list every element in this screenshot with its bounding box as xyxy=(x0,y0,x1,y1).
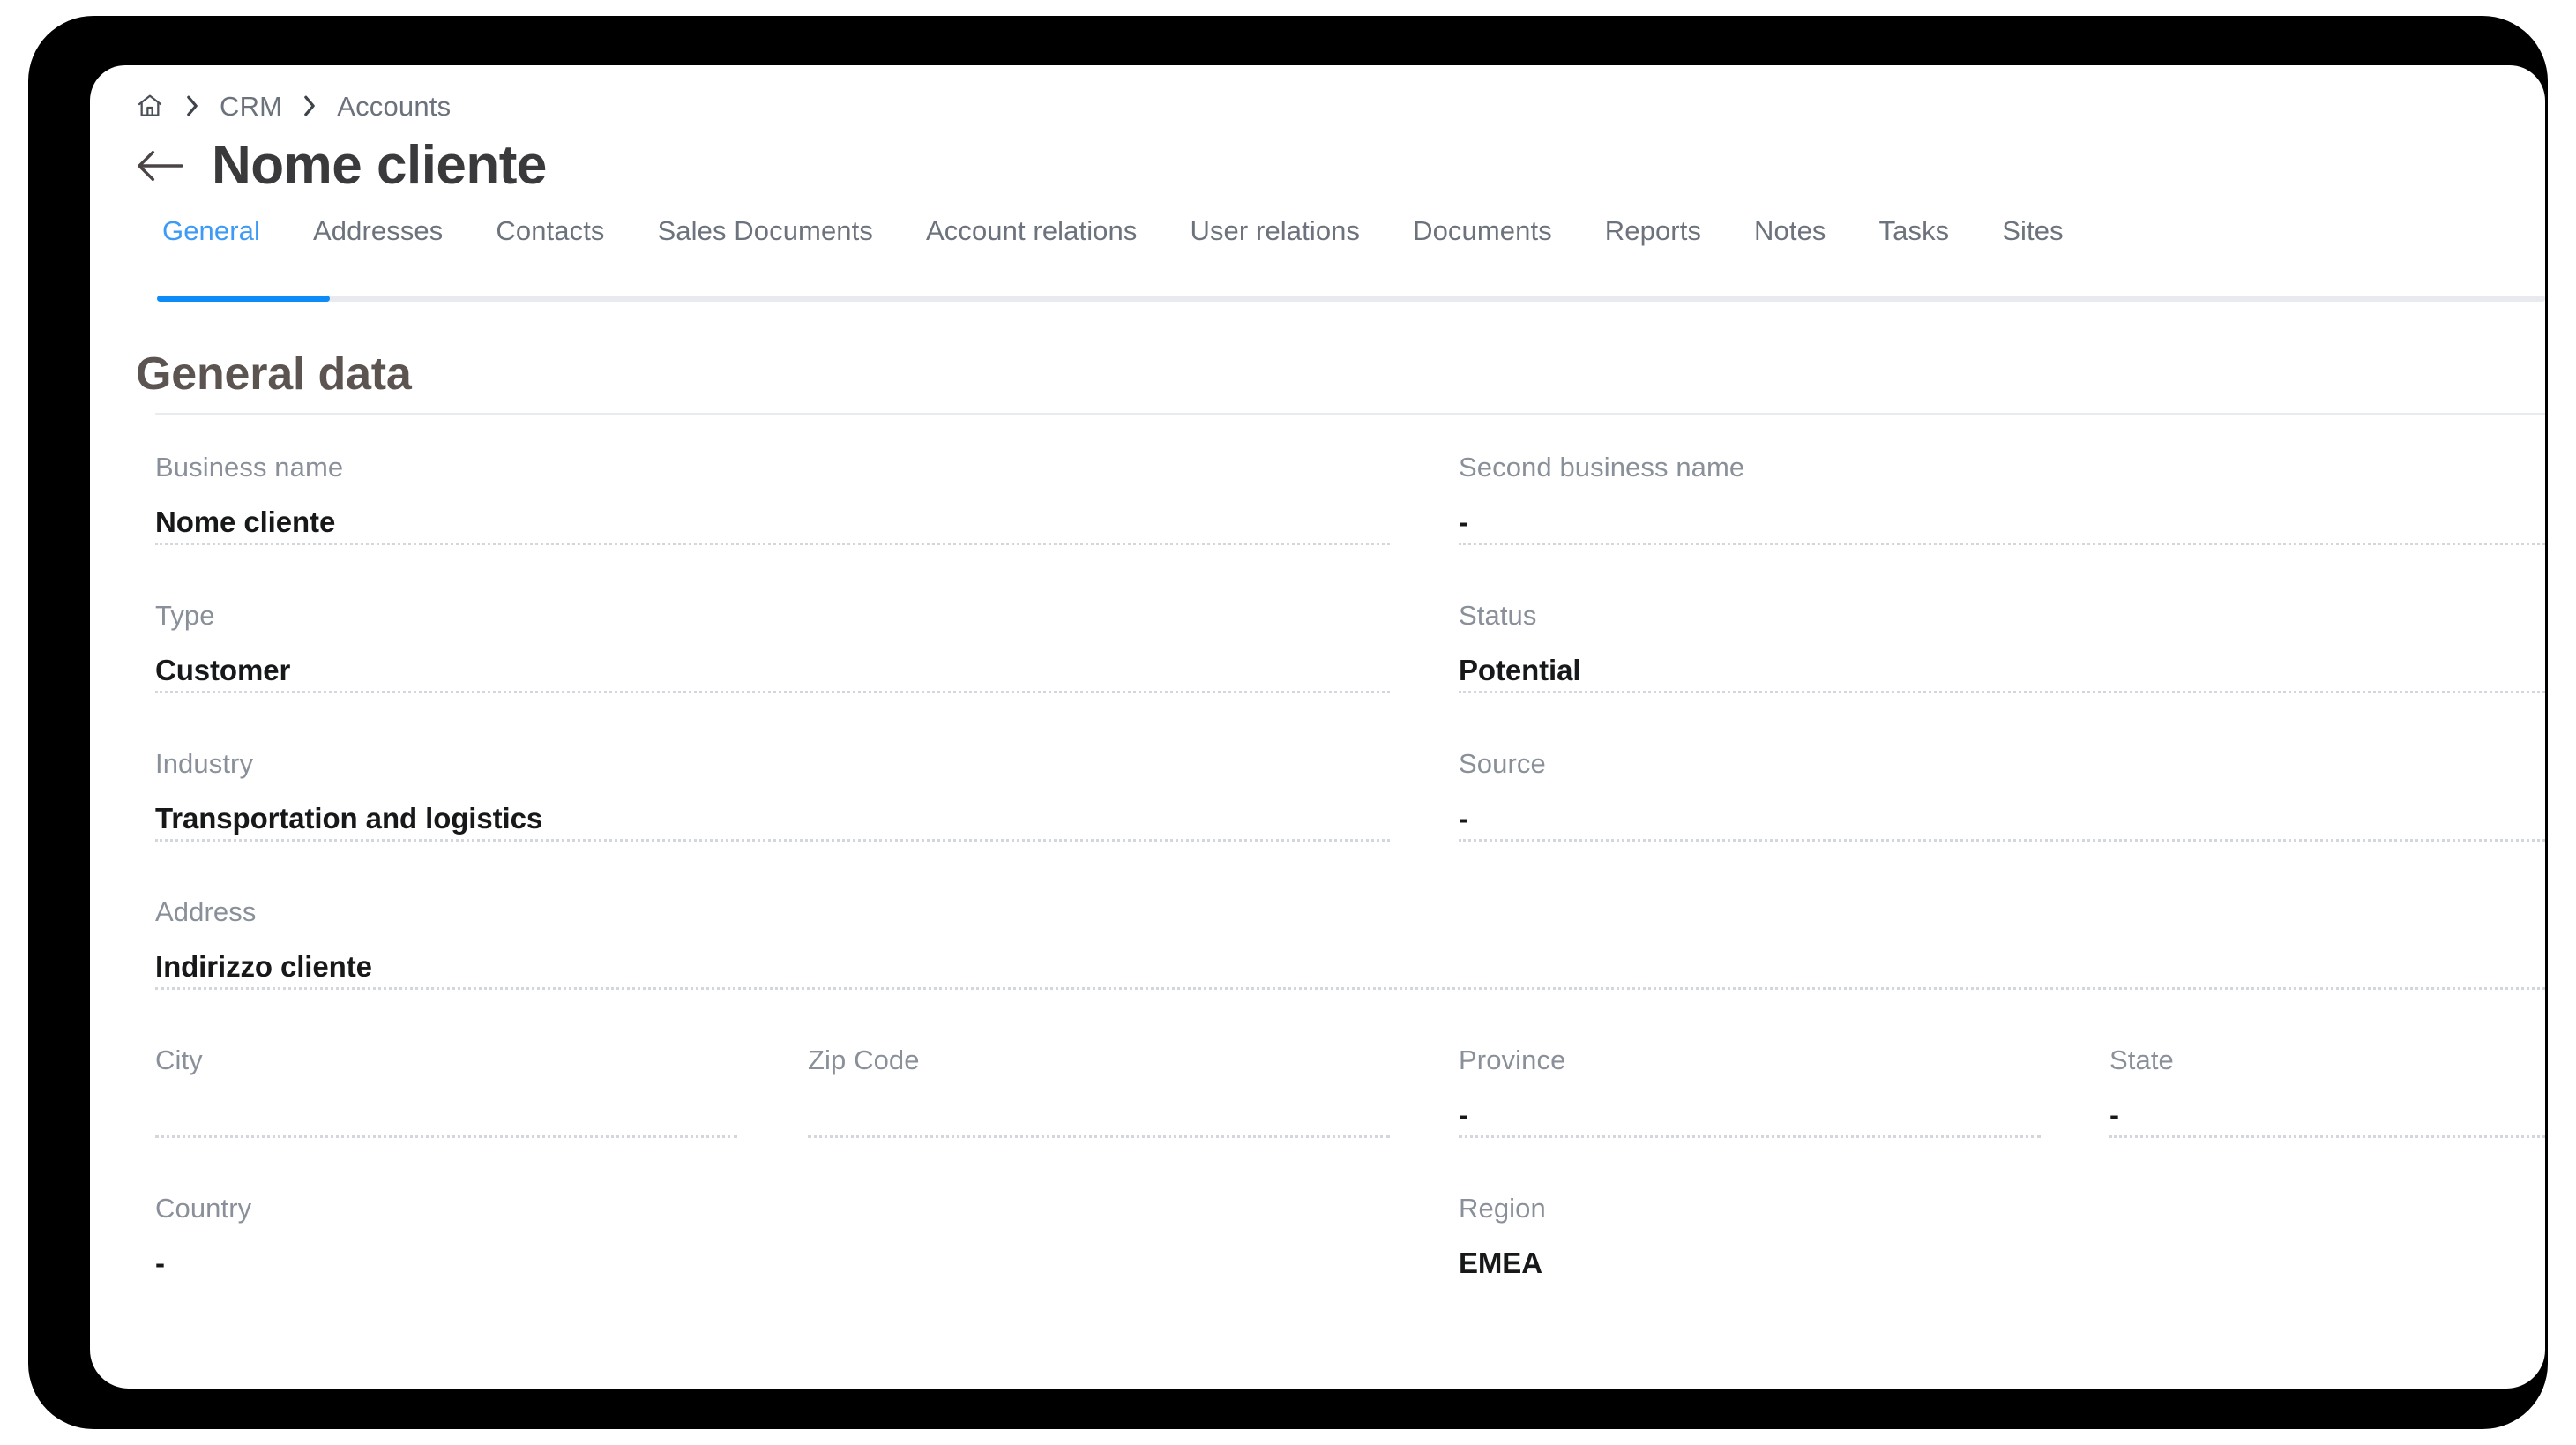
field-value xyxy=(808,1100,1459,1130)
field-industry[interactable]: Industry Transportation and logistics xyxy=(155,711,1459,859)
device-frame: CRM Accounts Nome cliente General Addres… xyxy=(28,16,2548,1429)
field-label: City xyxy=(155,1044,203,1075)
app-panel: CRM Accounts Nome cliente General Addres… xyxy=(90,65,2545,1389)
field-value: - xyxy=(155,1247,165,1279)
field-region[interactable]: Region EMEA xyxy=(1459,1156,2545,1277)
field-value: Customer xyxy=(155,654,291,686)
tab-reports[interactable]: Reports xyxy=(1579,217,1728,244)
tab-notes[interactable]: Notes xyxy=(1728,217,1852,244)
field-label: Province xyxy=(1459,1044,1566,1075)
page-header: Nome cliente xyxy=(90,108,2545,194)
field-label: Region xyxy=(1459,1193,1546,1224)
field-label: Source xyxy=(1459,748,1546,779)
section-header: General data xyxy=(90,309,2545,413)
field-underline xyxy=(155,1133,737,1138)
tab-active-indicator xyxy=(157,296,330,302)
field-underline xyxy=(155,836,1390,842)
field-type[interactable]: Type Customer xyxy=(155,563,1459,711)
field-value: Indirizzo cliente xyxy=(155,950,372,983)
tab-addresses[interactable]: Addresses xyxy=(287,217,469,244)
field-city[interactable]: City xyxy=(155,1007,808,1156)
field-label: Second business name xyxy=(1459,452,1745,483)
chevron-right-icon xyxy=(300,93,319,119)
panel-content: CRM Accounts Nome cliente General Addres… xyxy=(90,65,2545,1389)
field-zip-code[interactable]: Zip Code xyxy=(808,1007,1459,1156)
field-underline xyxy=(155,540,1390,545)
field-business-name[interactable]: Business name Nome cliente xyxy=(155,415,1459,563)
field-country[interactable]: Country - xyxy=(155,1156,1459,1277)
field-province[interactable]: Province - xyxy=(1459,1007,2109,1156)
tab-account-relations[interactable]: Account relations xyxy=(900,217,1164,244)
home-icon[interactable] xyxy=(135,91,165,121)
field-value: - xyxy=(1459,505,1468,538)
tab-sites[interactable]: Sites xyxy=(1975,217,2089,244)
arrow-left-icon[interactable] xyxy=(132,139,187,193)
field-state[interactable]: State - xyxy=(2109,1007,2545,1156)
field-label: Type xyxy=(155,600,215,631)
tab-bar: General Addresses Contacts Sales Documen… xyxy=(90,217,2545,309)
form-row: City Zip Code Province - State - xyxy=(155,1007,2545,1156)
field-underline xyxy=(1459,1133,2041,1138)
tab-list: General Addresses Contacts Sales Documen… xyxy=(90,217,2545,244)
field-address[interactable]: Address Indirizzo cliente xyxy=(155,859,2545,1007)
tab-general[interactable]: General xyxy=(136,217,287,244)
field-underline xyxy=(155,985,2545,990)
field-underline xyxy=(1459,836,2545,842)
breadcrumb-item-accounts[interactable]: Accounts xyxy=(337,93,451,120)
tab-tasks[interactable]: Tasks xyxy=(1853,217,1976,244)
form-row: Industry Transportation and logistics So… xyxy=(155,711,2545,859)
tab-contacts[interactable]: Contacts xyxy=(469,217,631,244)
field-underline xyxy=(1459,688,2545,693)
field-value: EMEA xyxy=(1459,1247,1542,1279)
field-value: Nome cliente xyxy=(155,505,336,538)
tab-sales-documents[interactable]: Sales Documents xyxy=(631,217,900,244)
field-value: Potential xyxy=(1459,654,1581,686)
field-underline xyxy=(155,688,1390,693)
field-status[interactable]: Status Potential xyxy=(1459,563,2545,711)
form-row: Type Customer Status Potential xyxy=(155,563,2545,711)
field-label: Industry xyxy=(155,748,254,779)
field-value: - xyxy=(1459,1098,1468,1131)
form-row: Business name Nome cliente Second busine… xyxy=(155,415,2545,563)
field-underline xyxy=(2109,1133,2545,1138)
field-source[interactable]: Source - xyxy=(1459,711,2545,859)
field-value: - xyxy=(1459,802,1468,835)
field-label: Business name xyxy=(155,452,344,483)
form-row: Country - Region EMEA xyxy=(155,1156,2545,1277)
tab-user-relations[interactable]: User relations xyxy=(1163,217,1386,244)
section-title: General data xyxy=(136,348,412,400)
form-row: Address Indirizzo cliente xyxy=(155,859,2545,1007)
page-title: Nome cliente xyxy=(212,135,547,196)
field-label: Country xyxy=(155,1193,252,1224)
breadcrumb: CRM Accounts xyxy=(90,65,2545,120)
field-value: - xyxy=(2109,1098,2119,1131)
field-value: Transportation and logistics xyxy=(155,802,543,835)
general-data-form: Business name Nome cliente Second busine… xyxy=(90,415,2545,1277)
field-label: State xyxy=(2109,1044,2174,1075)
field-label: Address xyxy=(155,896,257,927)
field-label: Status xyxy=(1459,600,1537,631)
field-underline xyxy=(1459,540,2545,545)
tab-scrollbar-track[interactable] xyxy=(157,296,2545,302)
tab-documents[interactable]: Documents xyxy=(1386,217,1579,244)
field-second-business-name[interactable]: Second business name - xyxy=(1459,415,2545,563)
field-value xyxy=(155,1100,808,1130)
field-label: Zip Code xyxy=(808,1044,920,1075)
breadcrumb-item-crm[interactable]: CRM xyxy=(220,93,282,120)
chevron-right-icon xyxy=(183,93,202,119)
field-underline xyxy=(808,1133,1390,1138)
